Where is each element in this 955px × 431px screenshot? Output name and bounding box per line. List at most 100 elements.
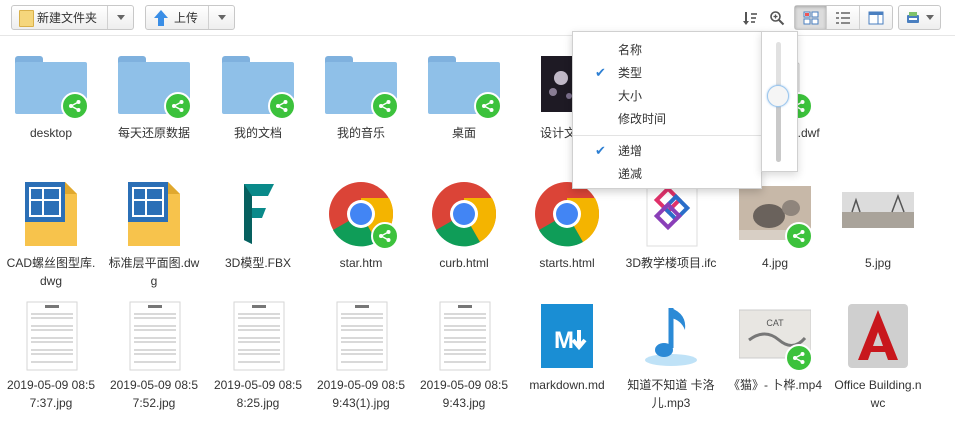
file-thumbnail	[222, 300, 294, 372]
menu-item-label: 名称	[618, 43, 643, 57]
file-name: star.htm	[339, 256, 383, 270]
fbx-file-icon	[244, 184, 274, 244]
grid-large-icon	[803, 11, 819, 24]
upload-label: 上传	[174, 11, 199, 25]
file-item[interactable]: desktop	[0, 48, 102, 142]
file-item[interactable]: CAD螺丝图型库.dwg	[0, 178, 102, 290]
sort-icon[interactable]	[738, 6, 762, 30]
cloud-drive-icon	[907, 11, 919, 23]
view-mode-group	[794, 5, 893, 30]
sort-by-name-option[interactable]: 名称	[573, 39, 763, 61]
share-icon[interactable]	[164, 92, 192, 120]
file-item[interactable]: 标准层平面图.dwg	[103, 178, 205, 290]
file-item[interactable]: 每天还原数据	[103, 48, 205, 142]
file-item[interactable]: star.htm	[310, 178, 412, 272]
file-item[interactable]: Mmarkdown.md	[516, 300, 618, 394]
detail-panel-view-button[interactable]	[860, 6, 892, 29]
sheet-music-thumbnail	[129, 301, 181, 371]
file-item[interactable]: 3D模型.FBX	[207, 178, 309, 272]
sheet-music-thumbnail	[336, 301, 388, 371]
grid-small-icon	[836, 11, 851, 24]
dwg-file-icon	[25, 182, 77, 246]
menu-item-label: 修改时间	[618, 112, 667, 126]
file-name: Office Building.nwc	[834, 378, 922, 410]
share-icon[interactable]	[785, 344, 813, 372]
upload-button[interactable]: 上传	[145, 5, 235, 30]
zoom-in-icon[interactable]	[765, 6, 789, 30]
grid-large-view-button[interactable]	[795, 6, 828, 29]
upload-dropdown-toggle[interactable]	[208, 6, 234, 29]
file-item[interactable]: 2019-05-09 08:58:25.jpg	[207, 300, 309, 412]
sheet-music-thumbnail	[233, 301, 285, 371]
sort-ascending-option[interactable]: ✔ 递增	[573, 140, 763, 162]
cloud-drive-menu-button[interactable]	[898, 5, 941, 30]
file-name: 我的文档	[233, 126, 282, 140]
file-item[interactable]: CAT 《猫》- 卜桦.mp4	[724, 300, 826, 394]
caret-down-icon	[217, 15, 226, 20]
file-name: 每天还原数据	[117, 126, 190, 140]
zoom-slider-handle[interactable]	[767, 85, 789, 107]
file-thumbnail	[428, 178, 500, 250]
file-name: 4.jpg	[761, 256, 789, 270]
file-name: 3D模型.FBX	[224, 256, 291, 270]
file-thumbnail	[428, 300, 500, 372]
file-name: 《猫》- 卜桦.mp4	[728, 378, 823, 392]
sort-by-type-option[interactable]: ✔ 类型	[573, 62, 763, 84]
file-name: 5.jpg	[864, 256, 892, 270]
file-name: 3D教学楼项目.ifc	[625, 256, 717, 270]
file-name: 知道不知道 卡洛儿.mp3	[627, 378, 715, 410]
file-item[interactable]: curb.html	[413, 178, 515, 272]
sort-by-modified-option[interactable]: 修改时间	[573, 108, 763, 130]
grid-small-view-button[interactable]	[827, 6, 860, 29]
file-item[interactable]: 桌面	[413, 48, 515, 142]
file-item[interactable]: 我的文档	[207, 48, 309, 142]
file-thumbnail	[222, 178, 294, 250]
markdown-file-icon: M	[541, 304, 593, 368]
file-thumbnail	[842, 300, 914, 372]
file-thumbnail	[118, 48, 192, 120]
new-folder-dropdown-toggle[interactable]	[107, 6, 133, 29]
file-thumbnail	[325, 48, 399, 120]
sort-descending-option[interactable]: 递减	[573, 163, 763, 185]
new-folder-button[interactable]: 新建文件夹	[11, 5, 134, 30]
file-item[interactable]: 2019-05-09 08:57:37.jpg	[0, 300, 102, 412]
menu-item-label: 大小	[618, 89, 643, 103]
chrome-icon	[432, 182, 497, 247]
file-thumbnail	[118, 300, 190, 372]
file-item[interactable]: 2019-05-09 08:59:43.jpg	[413, 300, 515, 412]
file-name: 2019-05-09 08:59:43.jpg	[419, 378, 509, 410]
file-thumbnail: CAT	[738, 300, 813, 372]
file-name: 我的音乐	[336, 126, 385, 140]
file-name: desktop	[29, 126, 73, 140]
share-icon[interactable]	[61, 92, 89, 120]
file-item[interactable]: Office Building.nwc	[827, 300, 929, 412]
file-item[interactable]: 4.jpg	[724, 178, 826, 272]
checkmark-icon: ✔	[595, 143, 606, 158]
caret-down-icon	[116, 15, 125, 20]
share-icon[interactable]	[371, 222, 399, 250]
share-icon[interactable]	[474, 92, 502, 120]
share-icon[interactable]	[371, 92, 399, 120]
file-item[interactable]: 知道不知道 卡洛儿.mp3	[620, 300, 722, 412]
file-item[interactable]: 2019-05-09 08:57:52.jpg	[103, 300, 205, 412]
share-icon[interactable]	[785, 222, 813, 250]
file-name: curb.html	[439, 256, 489, 270]
checkmark-icon: ✔	[595, 65, 606, 80]
navisworks-file-icon	[848, 304, 908, 368]
zoom-slider-panel	[761, 31, 798, 172]
svg-text:M: M	[554, 327, 574, 354]
caret-down-icon	[926, 15, 934, 20]
menu-item-label: 递增	[618, 144, 643, 158]
file-thumbnail	[842, 178, 914, 250]
dwg-file-icon	[128, 182, 180, 246]
file-item[interactable]: 5.jpg	[827, 178, 929, 272]
sheet-music-thumbnail	[439, 301, 491, 371]
file-item[interactable]: starts.html	[516, 178, 618, 272]
file-thumbnail	[222, 48, 296, 120]
share-icon[interactable]	[268, 92, 296, 120]
file-name: 桌面	[451, 126, 476, 140]
sort-by-size-option[interactable]: 大小	[573, 85, 763, 107]
file-item[interactable]: 2019-05-09 08:59:43(1).jpg	[310, 300, 412, 412]
file-item[interactable]: 我的音乐	[310, 48, 412, 142]
file-item[interactable]: 3D教学楼项目.ifc	[620, 178, 722, 272]
